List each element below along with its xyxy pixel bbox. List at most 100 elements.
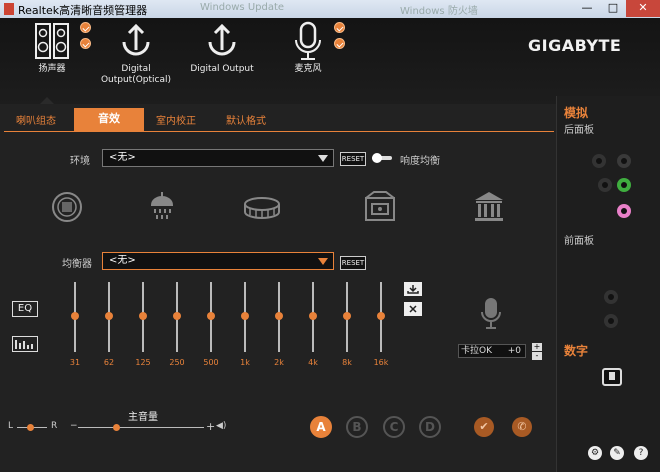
stadium-icon[interactable]: [242, 190, 282, 224]
equalizer-value: <无>: [109, 255, 136, 266]
profile-a-button[interactable]: A: [310, 416, 332, 438]
eq-band-slider[interactable]: [70, 282, 80, 352]
speaker-volume-icon[interactable]: ◀): [216, 421, 226, 431]
check-icon: [80, 22, 91, 33]
device-label: 扬声器: [38, 64, 66, 74]
device-label: Digital Output(Optical): [100, 64, 172, 85]
eq-band-label: 16k: [373, 358, 389, 367]
tab-speaker-config[interactable]: 喇叭组态: [16, 112, 56, 127]
graphic-eq-icon[interactable]: [12, 336, 38, 352]
slider-knob[interactable]: [105, 312, 113, 320]
eq-band-slider[interactable]: [240, 282, 250, 352]
karaoke-value: +0: [507, 346, 521, 356]
eq-band-label: 31: [69, 358, 81, 367]
confirm-icon[interactable]: ✔: [474, 417, 494, 437]
slider-knob[interactable]: [241, 312, 249, 320]
eq-band-label: 125: [135, 358, 151, 367]
device-speaker[interactable]: 扬声器: [22, 20, 82, 75]
maximize-button[interactable]: □: [600, 0, 626, 17]
balance-slider-knob[interactable]: [27, 424, 34, 431]
background-window-tab: Windows 防火墙: [400, 6, 478, 17]
pink-jack-icon[interactable]: [617, 204, 631, 218]
eq-band-slider[interactable]: [342, 282, 352, 352]
eq-band-label: 250: [169, 358, 185, 367]
slider-knob[interactable]: [173, 312, 181, 320]
eq-band-slider[interactable]: [308, 282, 318, 352]
device-digital-optical[interactable]: Digital Output(Optical): [98, 20, 174, 86]
environment-value: <无>: [109, 152, 136, 163]
info-icon[interactable]: ✎: [610, 446, 624, 460]
loudness-toggle[interactable]: [372, 153, 392, 163]
shower-icon[interactable]: [146, 190, 178, 224]
front-panel-label: 前面板: [564, 236, 594, 247]
digital-output-icon: [208, 23, 236, 56]
close-button[interactable]: ✕: [626, 0, 660, 17]
save-preset-icon[interactable]: [404, 282, 422, 296]
master-volume-track[interactable]: [78, 427, 204, 428]
concert-hall-icon[interactable]: [472, 190, 506, 224]
eq-button[interactable]: EQ: [12, 301, 38, 317]
tab-default-format[interactable]: 默认格式: [226, 112, 266, 127]
eq-band-slider[interactable]: [104, 282, 114, 352]
slider-knob[interactable]: [71, 312, 79, 320]
balance-right-label: R: [51, 421, 58, 431]
room-icon[interactable]: [362, 190, 398, 224]
background-window-tab: Windows Update: [200, 2, 285, 13]
slider-knob[interactable]: [309, 312, 317, 320]
spdif-port-icon[interactable]: [602, 368, 622, 386]
eq-band-slider[interactable]: [172, 282, 182, 352]
master-volume-label: 主音量: [128, 412, 158, 423]
equalizer-dropdown[interactable]: <无>: [102, 252, 334, 270]
jack-icon: [592, 154, 606, 168]
environment-dropdown[interactable]: <无>: [102, 149, 334, 167]
selected-device-pointer: [40, 97, 54, 104]
help-icon[interactable]: ?: [634, 446, 648, 460]
delete-preset-icon[interactable]: [404, 302, 422, 316]
volume-minus-label: −: [70, 421, 78, 431]
device-digital-output[interactable]: Digital Output: [186, 20, 258, 75]
digital-output-optical-icon: [122, 23, 150, 56]
slider-knob[interactable]: [275, 312, 283, 320]
eq-band-slider[interactable]: [206, 282, 216, 352]
phone-icon[interactable]: ✆: [512, 417, 532, 437]
karaoke-mic-icon: [481, 298, 501, 329]
stone-corridor-icon[interactable]: [50, 190, 84, 224]
microphone-icon: [295, 21, 321, 60]
karaoke-increase-button[interactable]: +: [532, 343, 542, 351]
tab-room-correction[interactable]: 室内校正: [156, 112, 196, 127]
eq-band-label: 500: [203, 358, 219, 367]
eq-band-slider[interactable]: [274, 282, 284, 352]
slider-knob[interactable]: [377, 312, 385, 320]
environment-reset-button[interactable]: RESET: [340, 152, 366, 166]
eq-band-label: 2k: [274, 358, 284, 367]
eq-band-slider[interactable]: [138, 282, 148, 352]
equalizer-label: 均衡器: [62, 259, 92, 270]
eq-band-label: 8k: [342, 358, 352, 367]
karaoke-decrease-button[interactable]: -: [532, 352, 542, 360]
gear-icon[interactable]: ⚙: [588, 446, 602, 460]
profile-b-button[interactable]: B: [346, 416, 368, 438]
green-jack-icon[interactable]: [617, 178, 631, 192]
eq-band-slider[interactable]: [376, 282, 386, 352]
minimize-button[interactable]: —: [574, 0, 600, 17]
chevron-down-icon: [318, 258, 328, 265]
profile-d-button[interactable]: D: [419, 416, 441, 438]
slider-knob[interactable]: [139, 312, 147, 320]
tab-sound-effects[interactable]: 音效: [74, 108, 144, 132]
master-volume-knob[interactable]: [113, 424, 120, 431]
loudness-label: 响度均衡: [400, 156, 440, 167]
tab-bar: 喇叭组态 音效 室内校正 默认格式: [4, 108, 554, 132]
device-label: 麦克风: [294, 64, 322, 74]
profile-c-button[interactable]: C: [383, 416, 405, 438]
slider-knob[interactable]: [343, 312, 351, 320]
speaker-icon: [35, 23, 69, 59]
eq-band-label: 62: [103, 358, 115, 367]
jack-icon: [598, 178, 612, 192]
device-microphone[interactable]: 麦克风: [280, 20, 336, 75]
slider-knob[interactable]: [207, 312, 215, 320]
brand-logo: GIGABYTE: [528, 36, 622, 55]
digital-title: 数字: [564, 344, 589, 358]
device-label: Digital Output: [190, 64, 254, 74]
audio-manager-window: Realtek高清晰音频管理器 Windows Update Windows 防…: [0, 0, 660, 472]
equalizer-reset-button[interactable]: RESET: [340, 256, 366, 270]
